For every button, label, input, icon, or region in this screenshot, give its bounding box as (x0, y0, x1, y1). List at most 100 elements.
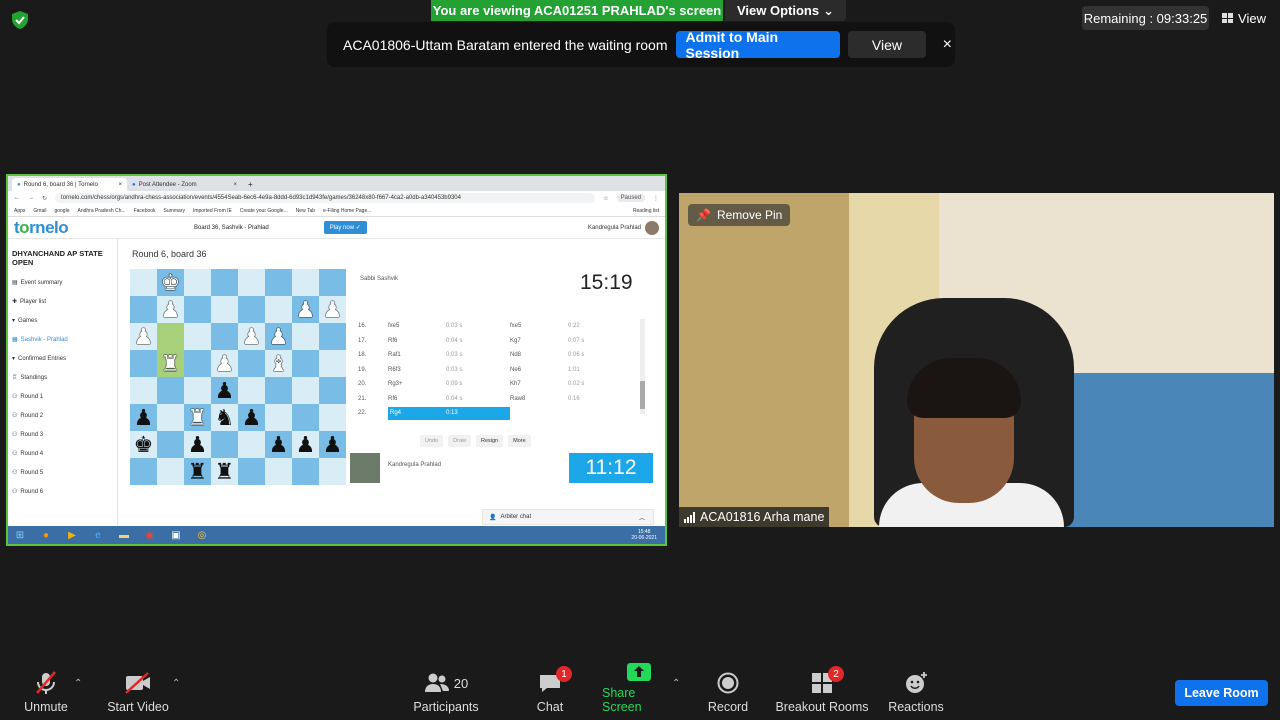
black-pawn-icon[interactable]: ♟ (215, 379, 235, 402)
chevron-up-icon[interactable]: ︿ (639, 513, 645, 522)
chrome-icon[interactable]: ◉ (142, 528, 158, 542)
board-square[interactable] (292, 377, 319, 404)
board-square[interactable] (292, 458, 319, 485)
profile-paused-button[interactable]: Paused (616, 194, 645, 202)
board-square[interactable]: ♟ (211, 350, 238, 377)
board-square[interactable]: ♟ (211, 377, 238, 404)
board-square[interactable]: ♟ (265, 323, 292, 350)
board-square[interactable]: ♟ (238, 404, 265, 431)
board-square[interactable] (130, 269, 157, 296)
board-square[interactable]: ♟ (184, 431, 211, 458)
reactions-button[interactable]: Reactions (886, 664, 946, 720)
url-field[interactable]: tornelo.com/chess/orgs/andhra-chess-asso… (55, 193, 596, 203)
board-square[interactable]: ♟ (319, 296, 346, 323)
more-button[interactable]: More (508, 435, 531, 447)
board-square[interactable] (238, 350, 265, 377)
board-square[interactable] (157, 377, 184, 404)
view-waiting-room-button[interactable]: View (848, 31, 926, 58)
board-square[interactable] (319, 323, 346, 350)
draw-button[interactable]: Draw (448, 435, 471, 447)
chess-board[interactable]: ♚ ♟ ♟ ♟ ♟ ♟ ♟ ♜ ♟ ♝ ♟ ♟ ♜ ♞ ♟ ♚ ♟ ♟ ♟ ♟ … (130, 269, 346, 485)
board-square[interactable] (319, 350, 346, 377)
board-square[interactable] (184, 323, 211, 350)
bookmark-item[interactable]: Create your Google... (240, 208, 288, 214)
leave-room-button[interactable]: Leave Room (1175, 680, 1268, 706)
white-pawn-icon[interactable]: ♟ (296, 298, 316, 321)
board-square[interactable] (292, 269, 319, 296)
share-screen-button[interactable]: Share Screen (602, 663, 676, 720)
move-black[interactable]: Nd8 (510, 352, 568, 358)
move-white[interactable]: Rf6 (388, 396, 446, 402)
board-square[interactable]: ♝ (265, 350, 292, 377)
back-arrow-icon[interactable]: ← (14, 195, 20, 201)
board-square[interactable] (292, 350, 319, 377)
move-white[interactable]: Rf6 (388, 338, 446, 344)
breakout-rooms-button[interactable]: 2 Breakout Rooms (774, 664, 870, 720)
browser-tab-tornelo[interactable]: ● Round 6, board 36 | Tornelo × (12, 178, 127, 191)
bookmark-item[interactable]: Summary (164, 208, 185, 214)
black-king-icon[interactable]: ♚ (134, 433, 154, 456)
black-knight-icon[interactable]: ♞ (215, 406, 235, 429)
bookmark-item[interactable]: Apps (14, 208, 25, 214)
board-square[interactable] (130, 377, 157, 404)
white-rook-icon[interactable]: ♜ (161, 352, 181, 375)
board-square[interactable]: ♚ (130, 431, 157, 458)
close-icon[interactable]: × (940, 36, 955, 53)
board-square[interactable] (157, 404, 184, 431)
resign-button[interactable]: Resign (476, 435, 504, 447)
board-square[interactable] (238, 431, 265, 458)
board-square[interactable] (265, 458, 292, 485)
internet-explorer-icon[interactable]: e (90, 528, 106, 542)
record-button[interactable]: Record (706, 664, 750, 720)
board-square-highlight[interactable] (157, 323, 184, 350)
board-square[interactable] (130, 458, 157, 485)
sidebar-item-confirmed-entries[interactable]: ▾ Confirmed Entries (12, 349, 113, 368)
bookmark-item[interactable]: google (54, 208, 69, 214)
participants-button[interactable]: 20 Participants (410, 664, 482, 720)
sidebar-item-games[interactable]: ▾ Games (12, 311, 113, 330)
encryption-shield-icon[interactable] (10, 10, 30, 30)
white-king-icon[interactable]: ♚ (161, 271, 181, 294)
sidebar-item-standings[interactable]: ♖ Standings (12, 368, 113, 387)
bookmark-item[interactable]: Andhra Pradesh Ch... (77, 208, 125, 214)
windows-start-icon[interactable]: ⊞ (12, 528, 28, 542)
video-options-caret-icon[interactable]: ⌃ (172, 678, 180, 689)
board-square[interactable] (265, 377, 292, 404)
board-square[interactable] (211, 323, 238, 350)
chat-button[interactable]: 1 Chat (530, 664, 572, 720)
board-square[interactable] (211, 269, 238, 296)
black-pawn-icon[interactable]: ♟ (188, 433, 208, 456)
board-square[interactable]: ♜ (184, 458, 211, 485)
admit-button[interactable]: Admit to Main Session (675, 29, 841, 61)
sidebar-item-event-summary[interactable]: ▤ Event summary (12, 273, 113, 292)
board-square[interactable] (157, 431, 184, 458)
bookmark-item[interactable]: New Tab (296, 208, 315, 214)
board-square[interactable] (130, 350, 157, 377)
black-pawn-icon[interactable]: ♟ (242, 406, 262, 429)
share-options-caret-icon[interactable]: ⌃ (672, 678, 680, 689)
close-tab-icon[interactable]: × (118, 182, 122, 188)
white-pawn-icon[interactable]: ♟ (161, 298, 181, 321)
unmute-button[interactable]: Unmute (20, 664, 72, 720)
zoom-icon[interactable]: ▣ (168, 528, 184, 542)
sidebar-item-round[interactable]: ⚇ Round 6 (12, 482, 113, 501)
sidebar-item-round[interactable]: ⚇ Round 2 (12, 406, 113, 425)
black-rook-icon[interactable]: ♜ (215, 460, 235, 483)
sidebar-item-player-list[interactable]: ✚ Player list (12, 292, 113, 311)
move-white[interactable]: fxe5 (388, 323, 446, 329)
media-player-icon[interactable]: ▶ (64, 528, 80, 542)
forward-arrow-icon[interactable]: → (28, 195, 34, 201)
move-black[interactable]: Raw8 (510, 396, 568, 402)
move-list-scrollbar[interactable] (640, 319, 645, 414)
board-square[interactable]: ♟ (319, 431, 346, 458)
new-tab-icon[interactable]: + (242, 180, 259, 191)
start-video-button[interactable]: Start Video (104, 664, 172, 720)
undo-button[interactable]: Undo (420, 435, 444, 447)
white-pawn-icon[interactable]: ♟ (323, 298, 343, 321)
remove-pin-button[interactable]: 📌 Remove Pin (688, 204, 791, 226)
move-white[interactable]: Raf1 (388, 352, 446, 358)
white-pawn-icon[interactable]: ♟ (242, 325, 262, 348)
board-square[interactable] (265, 404, 292, 431)
folder-icon[interactable]: ▬ (116, 528, 132, 542)
board-square[interactable] (292, 404, 319, 431)
